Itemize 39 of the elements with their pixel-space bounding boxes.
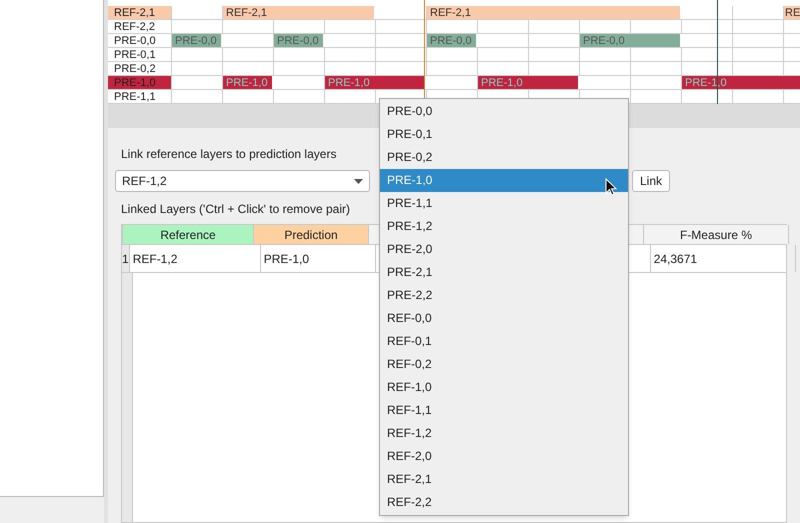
track-label: REF-2,1 [108, 6, 172, 19]
dropdown-item[interactable]: REF-0,1 [380, 330, 628, 353]
timeline-segment[interactable]: REF-2,1 [223, 6, 274, 19]
dropdown-item[interactable]: REF-1,2 [380, 422, 628, 445]
dropdown-item[interactable]: REF-1,0 [380, 376, 628, 399]
dropdown-item[interactable]: PRE-0,1 [380, 123, 628, 146]
dropdown-item[interactable]: PRE-2,1 [380, 261, 628, 284]
dropdown-item[interactable]: REF-2,0 [380, 445, 628, 468]
column-header[interactable]: F-Measure % [644, 225, 789, 244]
table-cell: PRE-1,0 [260, 245, 376, 272]
track-label: PRE-1,0 [108, 76, 172, 89]
dropdown-item[interactable]: PRE-1,2 [380, 215, 628, 238]
column-header[interactable]: Prediction [254, 225, 369, 244]
dropdown-item[interactable]: PRE-0,0 [380, 100, 628, 123]
dropdown-item[interactable]: REF-2,2 [380, 491, 628, 514]
mouse-pointer-icon [605, 178, 617, 196]
dropdown-caret-icon [354, 178, 363, 184]
table-cell: REF-1,2 [130, 245, 261, 272]
table-cell: 24,3671 [650, 245, 796, 272]
dropdown-item[interactable]: PRE-2,0 [380, 238, 628, 261]
timeline-segment[interactable] [631, 34, 682, 47]
dropdown-item[interactable]: REF-2,1 [380, 468, 628, 491]
dropdown-item[interactable]: PRE-0,2 [380, 146, 628, 169]
timeline-segment[interactable] [376, 76, 427, 89]
dropdown-item[interactable]: REF-0,2 [380, 353, 628, 376]
reference-select[interactable]: REF-1,2 [115, 170, 370, 192]
timeline-segment[interactable] [529, 76, 580, 89]
section-title: Link reference layers to prediction layers [121, 146, 336, 162]
dropdown-item[interactable]: REF-1,1 [380, 399, 628, 422]
dropdown-item[interactable]: PRE-1,1 [380, 192, 628, 215]
row-number: 1 [122, 245, 130, 272]
column-header[interactable]: Reference [123, 225, 254, 244]
timeline-segment[interactable]: RE [784, 6, 800, 19]
timeline-segment[interactable]: REF-2,1 [427, 6, 478, 19]
dropdown-item[interactable]: PRE-1,0 [380, 169, 628, 192]
dropdown-item[interactable]: PRE-2,2 [380, 284, 628, 307]
section-title: Linked Layers ('Ctrl + Click' to remove pair) [121, 201, 350, 217]
dropdown-item[interactable]: REF-0,0 [380, 307, 628, 330]
link-button[interactable]: Link [632, 170, 670, 192]
